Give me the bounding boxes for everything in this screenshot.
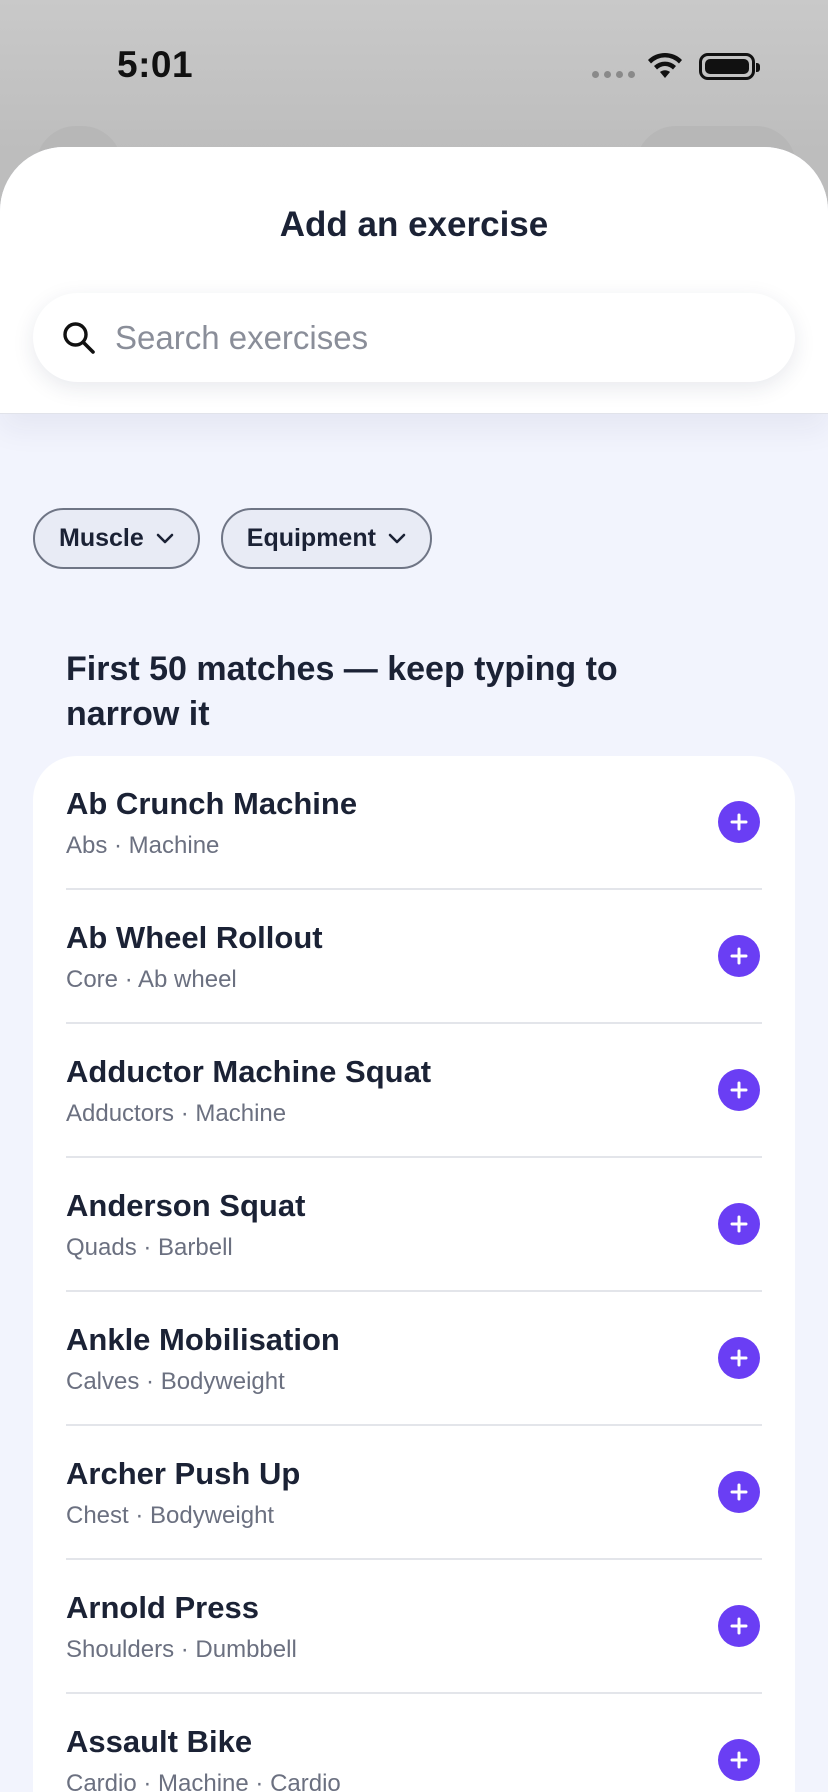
plus-icon (730, 1617, 748, 1635)
exercise-meta: Cardio · Machine · Cardio (66, 1770, 341, 1792)
chevron-down-icon (388, 533, 406, 543)
muscle-filter-label: Muscle (59, 524, 144, 552)
exercise-row[interactable]: Archer Push Up Chest · Bodyweight (33, 1426, 795, 1560)
battery-icon (699, 53, 760, 80)
plus-icon (730, 1215, 748, 1233)
plus-icon (730, 1751, 748, 1769)
exercise-row[interactable]: Ankle Mobilisation Calves · Bodyweight (33, 1292, 795, 1426)
exercise-name: Adductor Machine Squat (66, 1054, 432, 1089)
plus-icon (730, 947, 748, 965)
exercise-row[interactable]: Ab Crunch Machine Abs · Machine (33, 756, 795, 890)
exercise-name: Ab Wheel Rollout (66, 920, 323, 955)
search-icon (63, 321, 95, 354)
search-bar[interactable] (33, 293, 795, 382)
plus-icon (730, 1081, 748, 1099)
exercise-meta: Core · Ab wheel (66, 966, 237, 993)
plus-icon (730, 1483, 748, 1501)
exercise-name: Assault Bike (66, 1724, 253, 1759)
sheet-header: Add an exercise (0, 147, 828, 414)
equipment-filter-button[interactable]: Equipment (220, 508, 432, 569)
add-exercise-button[interactable] (718, 801, 760, 843)
exercise-meta: Shoulders · Dumbbell (66, 1636, 297, 1663)
add-exercise-sheet: Add an exercise Muscle Equipment (0, 147, 828, 1792)
filter-chips: Muscle Equipment (33, 508, 432, 569)
exercise-meta: Quads · Barbell (66, 1234, 233, 1261)
add-exercise-button[interactable] (718, 1739, 760, 1781)
wifi-icon (648, 52, 682, 78)
equipment-filter-label: Equipment (246, 524, 376, 552)
muscle-filter-button[interactable]: Muscle (33, 508, 200, 569)
add-exercise-button[interactable] (718, 1605, 760, 1647)
plus-icon (730, 1349, 748, 1367)
exercise-row[interactable]: Arnold Press Shoulders · Dumbbell (33, 1560, 795, 1694)
exercise-meta: Abs · Machine (66, 832, 220, 859)
cellular-signal-icon (592, 71, 635, 78)
exercise-row[interactable]: Adductor Machine Squat Adductors · Machi… (33, 1024, 795, 1158)
add-exercise-button[interactable] (718, 1337, 760, 1379)
search-input[interactable] (115, 318, 735, 357)
exercise-meta: Adductors · Machine (66, 1100, 287, 1127)
app-screen: 5:01 Add an exercise Muscle (0, 0, 828, 1792)
exercise-name: Arnold Press (66, 1590, 259, 1625)
exercise-name: Archer Push Up (66, 1456, 301, 1491)
exercise-row[interactable]: Anderson Squat Quads · Barbell (33, 1158, 795, 1292)
exercise-name: Ankle Mobilisation (66, 1322, 340, 1357)
exercise-list: Ab Crunch Machine Abs · Machine Ab Wheel… (33, 756, 795, 1792)
status-time: 5:01 (117, 44, 194, 85)
section-title: First 50 matches — keep typing to narrow… (66, 650, 618, 733)
add-exercise-button[interactable] (718, 1471, 760, 1513)
sheet-title: Add an exercise (279, 205, 549, 244)
add-exercise-button[interactable] (718, 1203, 760, 1245)
add-exercise-button[interactable] (718, 935, 760, 977)
exercise-row[interactable]: Ab Wheel Rollout Core · Ab wheel (33, 890, 795, 1024)
chevron-down-icon (156, 533, 174, 543)
plus-icon (730, 813, 748, 831)
exercise-meta: Chest · Bodyweight (66, 1502, 275, 1529)
exercise-name: Ab Crunch Machine (66, 786, 358, 821)
add-exercise-button[interactable] (718, 1069, 760, 1111)
exercise-meta: Calves · Bodyweight (66, 1368, 285, 1395)
exercise-name: Anderson Squat (66, 1188, 306, 1223)
exercise-row[interactable]: Assault Bike Cardio · Machine · Cardio (33, 1694, 795, 1792)
